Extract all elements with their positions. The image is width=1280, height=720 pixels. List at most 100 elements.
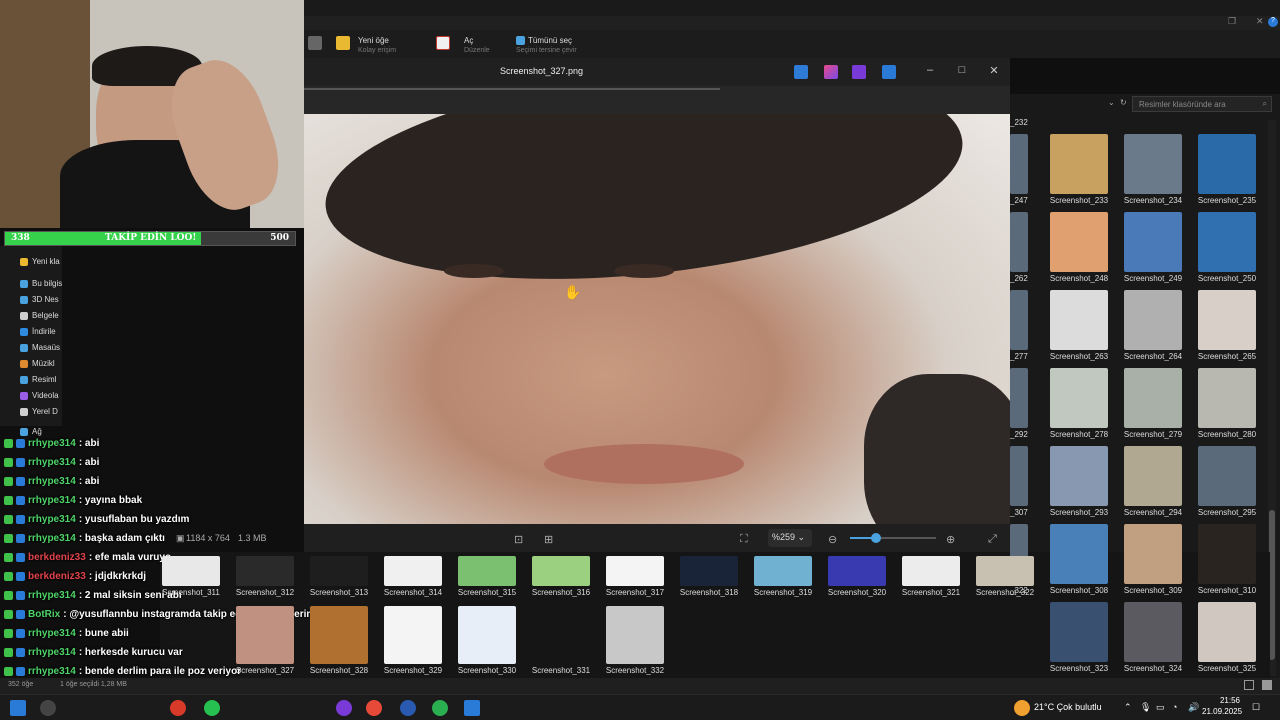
volume-icon[interactable]: 🔊 — [1188, 702, 1199, 713]
filmstrip-label[interactable]: Screenshot_312 — [227, 588, 303, 597]
thumbnail-label[interactable]: Screenshot_294 — [1115, 508, 1191, 517]
thumbnail-label[interactable]: Screenshot_293 — [1041, 508, 1117, 517]
new-folder-button[interactable] — [336, 36, 350, 50]
thumbnail-label[interactable]: Screenshot_235 — [1189, 196, 1265, 205]
thumbnail-label[interactable]: Screenshot_324 — [1115, 664, 1191, 673]
thumbnail-image[interactable] — [1050, 212, 1108, 272]
chat-username[interactable]: rrhype314 — [28, 533, 76, 544]
thumbnail-label[interactable]: Screenshot_233 — [1041, 196, 1117, 205]
thumbnail-image[interactable] — [1198, 368, 1256, 428]
filmstrip-thumbnail[interactable] — [902, 556, 960, 586]
filmstrip-label[interactable]: Screenshot_322 — [967, 588, 1043, 597]
nav-item[interactable]: Videola — [20, 391, 59, 400]
nav-item[interactable]: İndirile — [20, 327, 56, 336]
open-button[interactable]: Aç Düzenle — [464, 36, 490, 54]
filmstrip-label[interactable]: Screenshot_331 — [523, 666, 599, 675]
thumbnail-image-partial[interactable] — [1010, 368, 1028, 428]
close-icon[interactable]: ✕ — [1256, 16, 1264, 27]
filmstrip-label[interactable]: Screenshot_318 — [671, 588, 747, 597]
filmstrip-thumbnail[interactable] — [606, 556, 664, 586]
thumbnail-label[interactable]: Screenshot_309 — [1115, 586, 1191, 595]
nav-item[interactable]: 3D Nes — [20, 295, 59, 304]
filmstrip-label[interactable]: Screenshot_313 — [301, 588, 377, 597]
thumbnail-image[interactable] — [1198, 212, 1256, 272]
chat-username[interactable]: rrhype314 — [28, 438, 76, 449]
filmstrip-thumbnail[interactable] — [162, 556, 220, 586]
thumbnail-label[interactable]: Screenshot_310 — [1189, 586, 1265, 595]
nav-item[interactable]: Yerel D — [20, 407, 58, 416]
thumbnail-label-partial[interactable]: _277 — [1010, 352, 1034, 361]
thumbnail-label[interactable]: Screenshot_263 — [1041, 352, 1117, 361]
thumbnail-image-partial[interactable] — [1010, 134, 1028, 194]
filmstrip-thumbnail[interactable] — [606, 606, 664, 664]
filmstrip-thumbnail[interactable] — [754, 556, 812, 586]
filmstrip-thumbnail[interactable] — [828, 556, 886, 586]
minimize-button[interactable]: – — [922, 64, 938, 76]
filmstrip-thumbnail[interactable] — [236, 606, 294, 664]
zoom-slider-knob[interactable] — [870, 533, 881, 543]
thumbnail-image[interactable] — [1124, 134, 1182, 194]
nav-item[interactable]: Bu bilgis — [20, 279, 62, 288]
thumbnail-label[interactable]: Screenshot_325 — [1189, 664, 1265, 673]
move-to-button[interactable] — [308, 36, 322, 50]
chat-username[interactable]: rrhype314 — [28, 457, 76, 468]
thumbnail-image[interactable] — [1124, 602, 1182, 662]
clock-date[interactable]: 21.09.2025 — [1202, 707, 1242, 716]
help-icon[interactable]: ? — [1268, 17, 1278, 27]
filmstrip-label[interactable]: Screenshot_316 — [523, 588, 599, 597]
thumbnail-label[interactable]: Screenshot_308 — [1041, 586, 1117, 595]
thumbnail-label[interactable]: Screenshot_265 — [1189, 352, 1265, 361]
thumbnail-image[interactable] — [1198, 134, 1256, 194]
zoom-out-icon[interactable]: ⊖ — [828, 533, 837, 546]
chat-username[interactable]: BotRix — [28, 609, 60, 620]
nav-item[interactable]: Ağ — [20, 427, 42, 436]
thumbnail-image[interactable] — [1198, 524, 1256, 584]
nav-item[interactable]: Belgele — [20, 311, 59, 320]
filmstrip-label[interactable]: Screenshot_319 — [745, 588, 821, 597]
rotate-icon[interactable]: ⊡ — [514, 533, 523, 546]
chrome-icon[interactable] — [366, 700, 382, 716]
filmstrip-thumbnail[interactable] — [384, 556, 442, 586]
steam-icon[interactable] — [400, 700, 416, 716]
fit-icon[interactable]: ⛶ — [740, 533, 748, 546]
clock-time[interactable]: 21:56 — [1212, 696, 1240, 705]
nav-item[interactable]: Masaüs — [20, 343, 60, 352]
zoom-in-icon[interactable]: ⊕ — [946, 533, 955, 546]
filmstrip-thumbnail[interactable] — [310, 606, 368, 664]
details-view-icon[interactable] — [1244, 680, 1254, 690]
chat-username[interactable]: rrhype314 — [28, 666, 76, 677]
tray-chevron-icon[interactable]: ⌃ — [1124, 702, 1132, 713]
thumbnail-image[interactable] — [1124, 290, 1182, 350]
chat-username[interactable]: berkdeniz33 — [28, 552, 86, 563]
zoom-slider[interactable] — [850, 533, 936, 543]
thumbnail-image[interactable] — [1050, 368, 1108, 428]
thumbnail-image[interactable] — [1050, 134, 1108, 194]
chat-username[interactable]: rrhype314 — [28, 590, 76, 601]
new-item-button[interactable]: Yeni öğe Kolay erişim — [358, 36, 396, 54]
filmstrip-label[interactable]: Screenshot_311 — [153, 588, 229, 597]
filmstrip-thumbnail[interactable] — [458, 606, 516, 664]
chat-username[interactable]: rrhype314 — [28, 628, 76, 639]
filmstrip-thumbnail[interactable] — [458, 556, 516, 586]
thumbnail-label[interactable]: Screenshot_248 — [1041, 274, 1117, 283]
onedrive-icon[interactable] — [882, 65, 896, 79]
chat-username[interactable]: rrhype314 — [28, 514, 76, 525]
thumbnail-label[interactable]: Screenshot_323 — [1041, 664, 1117, 673]
chat-username[interactable]: rrhype314 — [28, 647, 76, 658]
nav-item[interactable]: Müzikl — [20, 359, 55, 368]
thumbnail-image[interactable] — [1050, 524, 1108, 584]
filmstrip-label[interactable]: Screenshot_314 — [375, 588, 451, 597]
filmstrip-label[interactable]: Screenshot_330 — [449, 666, 525, 675]
maximize-button[interactable]: □ — [954, 64, 970, 76]
filmstrip-label[interactable]: Screenshot_332 — [597, 666, 673, 675]
thumbnail-image-partial[interactable] — [1010, 290, 1028, 350]
whatsapp-icon[interactable] — [204, 700, 220, 716]
notification-icon[interactable]: ☐ — [1252, 702, 1260, 713]
thumbnail-label[interactable]: Screenshot_279 — [1115, 430, 1191, 439]
thumbnail-image[interactable] — [1124, 368, 1182, 428]
restore-icon[interactable]: ❐ — [1228, 16, 1236, 27]
filmstrip-label[interactable]: Screenshot_321 — [893, 588, 969, 597]
filmstrip-thumbnail[interactable] — [236, 556, 294, 586]
designer-icon[interactable] — [824, 65, 838, 79]
thumbnail-image[interactable] — [1198, 290, 1256, 350]
